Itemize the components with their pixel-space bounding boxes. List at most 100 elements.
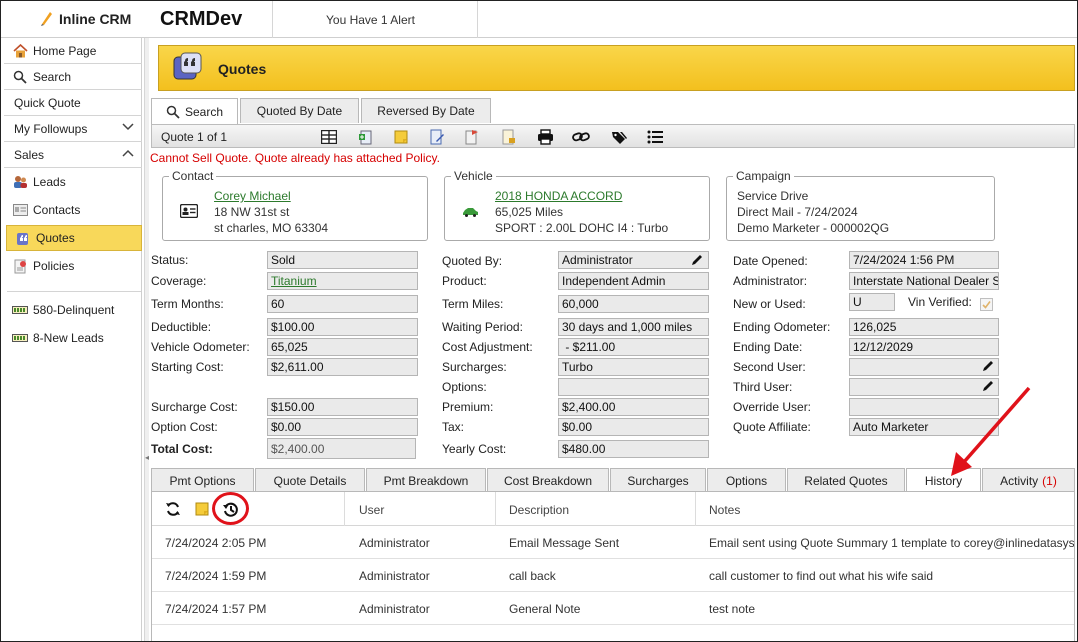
sidebar-item-search[interactable]: Search [4,64,142,90]
lock-doc-icon[interactable] [500,128,518,146]
edit-pencil-icon[interactable] [690,253,704,267]
option-cost-label: Option Cost: [151,420,218,434]
third-user-label: Third User: [733,380,793,394]
cost-adjustment-label: Cost Adjustment: [442,340,533,354]
print-icon[interactable] [536,128,554,146]
options-label: Options: [442,380,487,394]
tab-history[interactable]: History [906,468,981,493]
tax-label: Tax: [442,420,465,434]
column-header-description[interactable]: Description [509,503,569,517]
edit-pencil-icon[interactable] [981,359,995,373]
sidebar-item-contacts[interactable]: Contacts [4,197,142,223]
sidebar-item-quotes[interactable]: Quotes [6,225,142,251]
term-months-field: 60 [267,295,418,313]
coverage-label: Coverage: [151,274,207,288]
history-description: General Note [509,602,581,616]
refresh-icon[interactable] [165,501,181,517]
contact-box-title: Contact [169,169,217,183]
flag-doc-icon[interactable] [463,128,481,146]
cost-adjustment-field: - $211.00 [558,338,709,356]
history-date: 7/24/2024 1:57 PM [165,602,267,616]
quotes-icon [173,52,202,80]
sidebar-item-label: Home Page [33,43,97,58]
sidebar-item-label: 8-New Leads [33,331,104,345]
sidebar-item-leads[interactable]: Leads [4,169,142,195]
vehicle-miles: 65,025 Miles [495,205,564,219]
ending-date-label: Ending Date: [733,340,803,354]
sidebar-item-my-followups[interactable]: My Followups [4,116,142,142]
second-user-label: Second User: [733,360,806,374]
sidebar-splitter[interactable] [144,38,149,641]
tab-quoted-by-date[interactable]: Quoted By Date [240,98,359,123]
tab-quote-details[interactable]: Quote Details [255,468,365,492]
sidebar-item-label: Quotes [36,231,75,245]
table-row[interactable]: 7/24/2024 2:05 PM Administrator Email Me… [152,526,1074,559]
column-header-user[interactable]: User [359,503,384,517]
column-divider [495,492,496,526]
vehicle-box-title: Vehicle [451,169,496,183]
history-table-header: User Description Notes [152,492,1074,526]
divider [272,1,273,38]
sidebar-item-8-new-leads[interactable]: 8-New Leads [4,325,142,351]
vin-verified-checkbox[interactable] [980,298,993,311]
sidebar-item-580-delinquent[interactable]: 580-Delinquent [4,297,142,323]
waiting-period-field: 30 days and 1,000 miles [558,318,709,336]
vehicle-name-link[interactable]: 2018 HONDA ACCORD [495,189,622,203]
ending-odometer-label: Ending Odometer: [733,320,831,334]
vehicle-trim: SPORT : 2.00L DOHC I4 : Turbo [495,221,669,235]
sidebar: Home Page Search Quick Quote My Followup… [4,38,142,641]
tab-activity[interactable]: Activity (1) [982,468,1075,492]
chevron-down-icon[interactable] [122,123,134,131]
history-description: call back [509,569,556,583]
premium-field: $2,400.00 [558,398,709,416]
history-description: Email Message Sent [509,536,620,550]
list-icon[interactable] [646,128,664,146]
queue-icon [12,330,28,346]
sidebar-item-policies[interactable]: Policies [4,253,142,279]
note-icon[interactable] [392,128,410,146]
tab-search[interactable]: Search [151,98,238,124]
collapse-arrow-icon[interactable]: ◂ [145,453,149,462]
table-row[interactable]: 7/24/2024 1:57 PM Administrator General … [152,592,1074,625]
override-user-field [849,398,999,416]
tab-pmt-options[interactable]: Pmt Options [151,468,254,492]
grid-icon[interactable] [320,128,338,146]
edit-pencil-icon[interactable] [981,379,995,393]
page-header: Quotes [158,45,1075,91]
coverage-link[interactable]: Titanium [267,272,418,290]
tab-label: Pmt Options [169,473,236,488]
tab-pmt-breakdown[interactable]: Pmt Breakdown [366,468,486,492]
link-icon[interactable] [572,128,590,146]
contact-name-link[interactable]: Corey Michael [214,189,291,203]
alert-link[interactable]: You Have 1 Alert [326,13,415,27]
column-divider [695,492,696,526]
options-field [558,378,709,396]
chevron-up-icon[interactable] [122,149,134,157]
tab-label: Surcharges [627,473,689,488]
waiting-period-label: Waiting Period: [442,320,523,334]
tab-reversed-by-date[interactable]: Reversed By Date [361,98,491,123]
campaign-line: Service Drive [737,189,809,203]
edit-doc-icon[interactable] [428,128,446,146]
table-row[interactable]: 7/24/2024 1:59 PM Administrator call bac… [152,559,1074,592]
tab-surcharges[interactable]: Surcharges [610,468,706,492]
premium-label: Premium: [442,400,494,414]
sidebar-item-quick-quote[interactable]: Quick Quote [4,90,142,116]
add-doc-icon[interactable] [357,128,375,146]
column-header-notes[interactable]: Notes [709,503,740,517]
tab-cost-breakdown[interactable]: Cost Breakdown [487,468,609,492]
sidebar-item-label: Contacts [33,203,81,217]
sidebar-item-home[interactable]: Home Page [4,38,142,64]
quoted-by-label: Quoted By: [442,254,503,268]
brand-name: Inline CRM [59,11,132,27]
tag-icon[interactable] [610,128,628,146]
tab-options[interactable]: Options [707,468,786,492]
third-user-field [849,378,999,396]
history-panel: User Description Notes 7/24/2024 2:05 PM… [151,491,1075,641]
tab-related-quotes[interactable]: Related Quotes [787,468,905,492]
sidebar-item-sales[interactable]: Sales [4,142,142,168]
surcharges-label: Surcharges: [442,360,507,374]
note-icon[interactable] [194,501,210,517]
contact-address-line2: st charles, MO 63304 [214,221,329,235]
leads-icon [12,174,28,190]
